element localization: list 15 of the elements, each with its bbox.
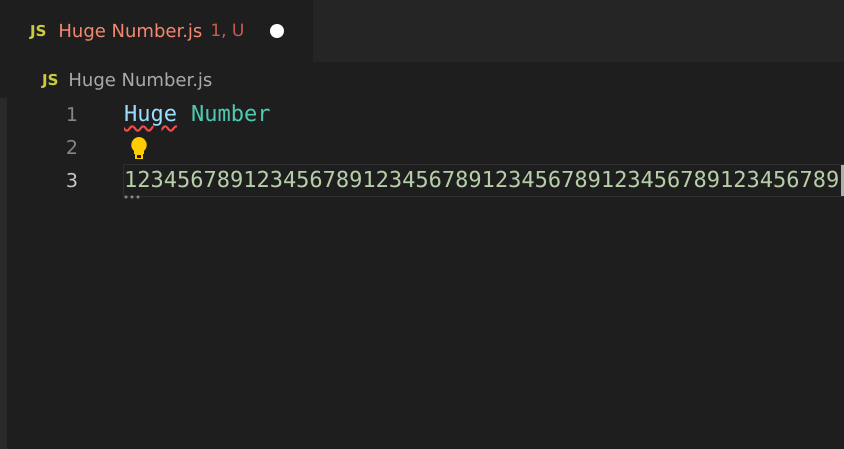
breadcrumb-item[interactable]: Huge Number.js [68,70,212,90]
line-number: 1 [64,104,78,126]
code-token: Number [190,102,270,127]
modified-dot-icon[interactable] [270,24,284,38]
line-number: 2 [64,136,78,158]
problem-status: 1, U [210,21,244,41]
lightbulb-icon[interactable] [130,136,148,160]
editor-tab[interactable]: JS Huge Number.js 1, U [0,0,313,62]
js-file-icon: JS [30,22,46,40]
line-number: 3 [64,170,78,192]
code-token: 123456789123456789123456789123456789123456789123456789 [124,168,840,193]
tab-title: Huge Number.js [58,20,202,42]
code-token: Huge [124,102,177,127]
js-file-icon: JS [42,71,58,89]
text-cursor [841,165,844,196]
